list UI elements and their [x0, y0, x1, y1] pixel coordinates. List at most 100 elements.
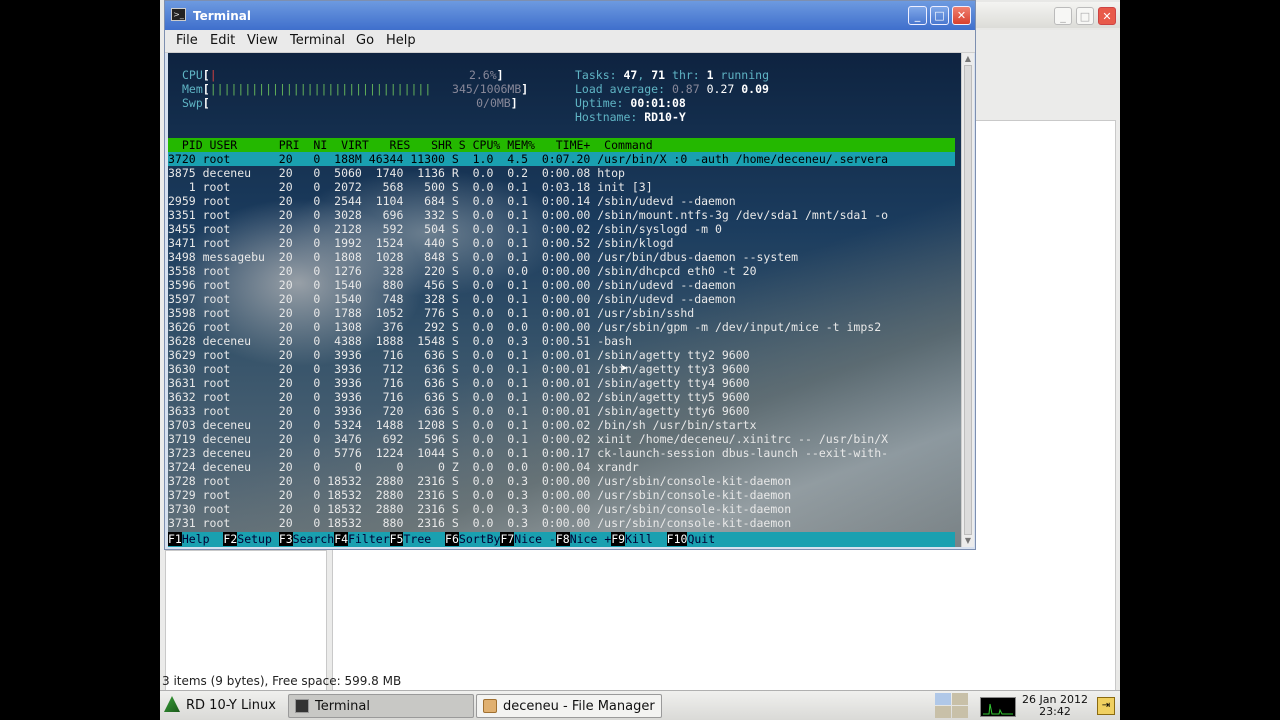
process-row[interactable]: 3626 root 20 0 1308 376 292 S 0.0 0.0 0:… — [168, 320, 955, 334]
mem-meter: Mem[|||||||||||||||||||||||||||||||| 345/… — [182, 82, 529, 96]
fkey-label[interactable]: Help — [182, 532, 224, 546]
process-list[interactable]: 3720 root 20 0 188M 46344 11300 S 1.0 4.… — [168, 152, 955, 530]
workspace-3[interactable] — [935, 706, 951, 718]
start-label: RD 10-Y Linux — [186, 698, 276, 713]
process-row[interactable]: 3632 root 20 0 3936 716 636 S 0.0 0.1 0:… — [168, 390, 955, 404]
fkey-f8[interactable]: F8 — [555, 532, 570, 546]
terminal-titlebar[interactable]: >_ Terminal _ □ ✕ — [165, 1, 975, 30]
hostname: Hostname: RD10-Y — [575, 110, 686, 124]
terminal-scrollbar[interactable]: ▲ ▼ — [961, 53, 974, 547]
file-manager-titlebar: _ □ ✕ — [970, 2, 1120, 28]
fm-maximize-button[interactable]: □ — [1076, 7, 1094, 25]
process-row[interactable]: 3596 root 20 0 1540 880 456 S 0.0 0.1 0:… — [168, 278, 955, 292]
menu-terminal[interactable]: Terminal — [290, 33, 345, 48]
function-key-bar: F1Help F2Setup F3SearchF4FilterF5Tree F6… — [168, 532, 955, 547]
close-button[interactable]: ✕ — [952, 6, 971, 25]
scroll-down-icon[interactable]: ▼ — [962, 535, 974, 547]
process-row[interactable]: 3598 root 20 0 1788 1052 776 S 0.0 0.1 0… — [168, 306, 955, 320]
cpu-meter: CPU[| 2.6%] — [182, 68, 504, 82]
taskbar-item-terminal[interactable]: Terminal — [288, 694, 474, 718]
process-row[interactable]: 1 root 20 0 2072 568 500 S 0.0 0.1 0:03.… — [168, 180, 955, 194]
workspace-4[interactable] — [952, 706, 968, 718]
process-column-header[interactable]: PID USER PRI NI VIRT RES SHR S CPU% MEM%… — [168, 138, 955, 152]
fkey-label[interactable]: SortBy — [459, 532, 501, 546]
fkey-f2[interactable]: F2 — [223, 532, 238, 546]
process-row[interactable]: 2959 root 20 0 2544 1104 684 S 0.0 0.1 0… — [168, 194, 955, 208]
fkey-label[interactable]: Nice - — [514, 532, 556, 546]
fkey-f3[interactable]: F3 — [278, 532, 293, 546]
process-row[interactable]: 3558 root 20 0 1276 328 220 S 0.0 0.0 0:… — [168, 264, 955, 278]
terminal-window: >_ Terminal _ □ ✕ File Edit View Termina… — [164, 0, 976, 550]
process-row[interactable]: 3629 root 20 0 3936 716 636 S 0.0 0.1 0:… — [168, 348, 955, 362]
process-row[interactable]: 3875 deceneu 20 0 5060 1740 1136 R 0.0 0… — [168, 166, 955, 180]
fkey-f9[interactable]: F9 — [611, 532, 626, 546]
fkey-f4[interactable]: F4 — [334, 532, 349, 546]
distro-logo-icon — [164, 696, 180, 712]
process-row[interactable]: 3728 root 20 0 18532 2880 2316 S 0.0 0.3… — [168, 474, 955, 488]
process-row[interactable]: 3703 deceneu 20 0 5324 1488 1208 S 0.0 0… — [168, 418, 955, 432]
fkey-label[interactable]: Filter — [348, 532, 390, 546]
menu-view[interactable]: View — [247, 33, 278, 48]
process-row[interactable]: 3719 deceneu 20 0 3476 692 596 S 0.0 0.1… — [168, 432, 955, 446]
fkey-f1[interactable]: F1 — [168, 532, 182, 546]
process-row[interactable]: 3351 root 20 0 3028 696 332 S 0.0 0.1 0:… — [168, 208, 955, 222]
fkey-label[interactable]: Nice + — [570, 532, 612, 546]
scrollbar-thumb[interactable] — [964, 65, 972, 535]
fm-minimize-button[interactable]: _ — [1054, 7, 1072, 25]
maximize-button[interactable]: □ — [930, 6, 949, 25]
terminal-icon — [295, 699, 309, 713]
fkey-f7[interactable]: F7 — [500, 532, 515, 546]
taskbar-item-file-manager[interactable]: deceneu - File Manager — [476, 694, 662, 718]
terminal-app-icon: >_ — [171, 8, 186, 21]
minimize-button[interactable]: _ — [908, 6, 927, 25]
workspace-1[interactable] — [935, 693, 951, 705]
clock[interactable]: 26 Jan 2012 23:42 — [1022, 694, 1088, 718]
process-row[interactable]: 3724 deceneu 20 0 0 0 0 Z 0.0 0.0 0:00.0… — [168, 460, 955, 474]
process-row[interactable]: 3729 root 20 0 18532 2880 2316 S 0.0 0.3… — [168, 488, 955, 502]
taskbar: RD 10-Y Linux Terminal deceneu - File Ma… — [160, 690, 1120, 720]
scroll-up-icon[interactable]: ▲ — [962, 53, 974, 65]
process-row[interactable]: 3631 root 20 0 3936 716 636 S 0.0 0.1 0:… — [168, 376, 955, 390]
process-row[interactable]: 3633 root 20 0 3936 720 636 S 0.0 0.1 0:… — [168, 404, 955, 418]
process-row[interactable]: 3471 root 20 0 1992 1524 440 S 0.0 0.1 0… — [168, 236, 955, 250]
fkey-label[interactable]: Setup — [237, 532, 279, 546]
menu-edit[interactable]: Edit — [210, 33, 235, 48]
terminal-output[interactable]: CPU[| 2.6%] Mem[|||||||||||||||||||||||||… — [168, 53, 961, 547]
window-title: Terminal — [193, 9, 252, 23]
process-row[interactable]: 3630 root 20 0 3936 712 636 S 0.0 0.1 0:… — [168, 362, 955, 376]
menu-go[interactable]: Go — [356, 33, 374, 48]
cpu-monitor-icon — [980, 697, 1016, 717]
fkey-label[interactable]: Kill — [625, 532, 667, 546]
menu-file[interactable]: File — [176, 33, 198, 48]
uptime: Uptime: 00:01:08 — [575, 96, 686, 110]
start-menu-button[interactable]: RD 10-Y Linux — [164, 695, 276, 717]
clock-time: 23:42 — [1039, 705, 1071, 718]
process-row[interactable]: 3731 root 20 0 18532 880 2316 S 0.0 0.3 … — [168, 516, 955, 530]
tasks-summary: Tasks: 47, 71 thr: 1 running — [575, 68, 769, 82]
fkey-label[interactable]: Search — [293, 532, 335, 546]
load-average: Load average: 0.87 0.27 0.09 — [575, 82, 769, 96]
mouse-pointer-icon: ➤ — [620, 361, 629, 377]
fkey-f5[interactable]: F5 — [389, 532, 404, 546]
process-row[interactable]: 3720 root 20 0 188M 46344 11300 S 1.0 4.… — [168, 152, 955, 166]
menu-bar: File Edit View Terminal Go Help — [165, 30, 975, 53]
process-row[interactable]: 3723 deceneu 20 0 5776 1224 1044 S 0.0 0… — [168, 446, 955, 460]
fkey-label[interactable]: Quit — [687, 532, 715, 546]
process-row[interactable]: 3498 messagebu 20 0 1808 1028 848 S 0.0 … — [168, 250, 955, 264]
process-row[interactable]: 3730 root 20 0 18532 2880 2316 S 0.0 0.3… — [168, 502, 955, 516]
fm-close-button[interactable]: ✕ — [1098, 7, 1116, 25]
workspace-2[interactable] — [952, 693, 968, 705]
fkey-f10[interactable]: F10 — [666, 532, 688, 546]
fkey-f6[interactable]: F6 — [445, 532, 459, 546]
process-row[interactable]: 3628 deceneu 20 0 4388 1888 1548 S 0.0 0… — [168, 334, 955, 348]
swap-meter: Swp[0/0MB] — [182, 96, 518, 110]
desktop-screen: _ □ ✕ 3 items (9 bytes), Free space: 599… — [160, 0, 1120, 720]
fkey-label[interactable]: Tree — [403, 532, 445, 546]
logout-icon[interactable]: ⇥ — [1097, 697, 1115, 715]
menu-help[interactable]: Help — [386, 33, 416, 48]
process-row[interactable]: 3597 root 20 0 1540 748 328 S 0.0 0.1 0:… — [168, 292, 955, 306]
process-row[interactable]: 3455 root 20 0 2128 592 504 S 0.0 0.1 0:… — [168, 222, 955, 236]
workspace-pager[interactable] — [935, 693, 969, 719]
taskbar-item-label: Terminal — [315, 699, 370, 714]
taskbar-item-label: deceneu - File Manager — [503, 699, 655, 714]
